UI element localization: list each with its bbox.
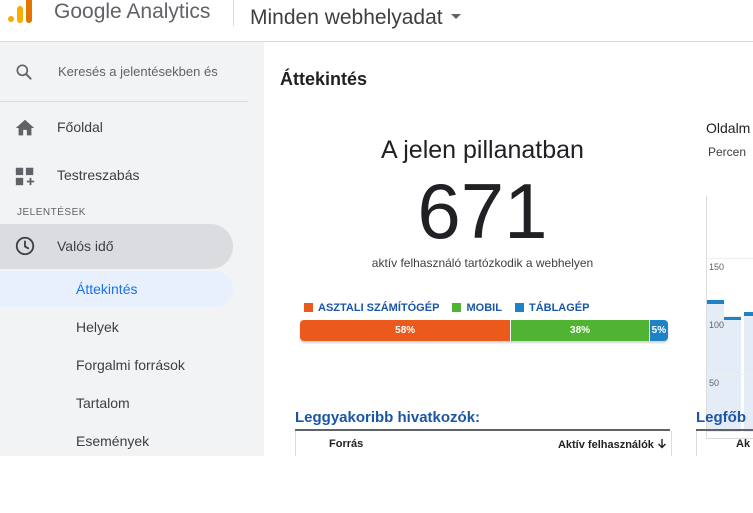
analytics-app: Google Analytics Minden webhelyadat Kere… [0,0,753,456]
sidebar-item-label: Testreszabás [57,167,140,183]
section-label-reports: JELENTÉSEK [17,207,86,218]
chart-title: Oldalm [706,120,751,136]
column-header-active[interactable]: Ak [736,438,750,450]
header-divider [233,0,234,26]
realtime-heading: A jelen pillanatban [381,136,584,164]
active-users-count: 671 [417,167,548,255]
legend-swatch [304,303,313,312]
top-referrals-title: Leggyakoribb hivatkozók: [295,409,481,426]
property-name: Minden webhelyadat [250,6,443,29]
column-header-source[interactable]: Forrás [329,438,363,450]
second-table-title: Legfőb [696,409,746,426]
legend-label: ASZTALI SZÁMÍTÓGÉP [318,302,440,314]
chart-bar-top [707,299,724,304]
sidebar-item-label: Valós idő [57,238,114,254]
sidebar-item-customization[interactable]: Testreszabás [0,156,248,194]
gridline [707,374,753,375]
sidebar-subitem-events[interactable]: Események [0,423,248,456]
referrals-table-header: Forrás Aktív felhasználók [295,431,672,456]
legend-item-desktop: ASZTALI SZÁMÍTÓGÉP [304,302,439,314]
device-legend: ASZTALI SZÁMÍTÓGÉP MOBIL TÁBLAGÉP [304,302,599,314]
sidebar-subitem-label: Tartalom [76,395,130,411]
sidebar-subitem-label: Forgalmi források [76,357,185,373]
gridline [707,316,753,317]
top-bar: Google Analytics Minden webhelyadat [0,0,753,42]
sidebar-subitem-overview[interactable]: Áttekintés [0,271,233,307]
caret-down-icon [450,13,461,19]
home-icon [15,119,35,136]
sidebar-subitem-traffic-sources[interactable]: Forgalmi források [0,347,248,383]
sidebar-subitem-locations[interactable]: Helyek [0,309,248,345]
y-tick-label: 100 [709,320,725,330]
search-icon [16,64,32,80]
legend-item-tablet: TÁBLAGÉP [514,302,590,314]
sidebar-item-home[interactable]: Főoldal [0,108,248,146]
sidebar-item-realtime[interactable]: Valós idő [0,224,233,269]
pageviews-chart: Oldalm Percen 150 100 50 [706,116,753,439]
sidebar-subitem-content[interactable]: Tartalom [0,385,248,421]
column-header-label: Aktív felhasználók [557,439,654,451]
sidebar-subitem-label: Események [76,433,150,449]
gridline [707,258,753,259]
column-header-active-users[interactable]: Aktív felhasználók [558,438,667,451]
legend-label: MOBIL [466,302,502,314]
legend-swatch [452,303,462,312]
sidebar-item-label: Főoldal [57,119,103,135]
sidebar-divider [0,101,248,102]
device-segment-mobile[interactable]: 38% [511,320,650,341]
clock-icon [15,236,35,256]
active-users-caption: aktív felhasználó tartózkodik a webhelye… [371,256,594,270]
device-segment-tablet[interactable]: 5% [649,320,668,341]
report-search[interactable]: Keresés a jelentésekben és [0,54,248,90]
sidebar-subitem-label: Helyek [76,319,119,335]
y-tick-label: 50 [709,378,720,388]
property-selector[interactable]: Minden webhelyadat [250,5,461,31]
sidebar: Keresés a jelentésekben és Főoldal Testr… [0,42,264,456]
customization-icon [15,167,35,186]
legend-item-mobile: MOBIL [452,302,502,314]
page-title: Áttekintés [280,69,368,89]
analytics-logo-icon[interactable] [8,0,36,24]
main-content: Áttekintés A jelen pillanatban 671 aktív… [266,58,753,456]
chart-subtitle: Percen [708,145,747,159]
legend-label: TÁBLAGÉP [528,302,590,314]
sidebar-subitem-label: Áttekintés [76,281,138,297]
brand-name[interactable]: Google Analytics [54,0,210,24]
search-placeholder: Keresés a jelentésekben és [58,64,218,79]
legend-swatch [514,303,524,312]
second-table-header: Ak [696,431,753,456]
device-segment-desktop[interactable]: 58% [300,320,512,341]
y-tick-label: 150 [709,262,725,272]
device-split-bar: 58% 38% 5% [300,320,668,341]
sort-down-arrow-icon [658,439,666,449]
chart-plot-area: 150 100 50 [706,196,753,439]
